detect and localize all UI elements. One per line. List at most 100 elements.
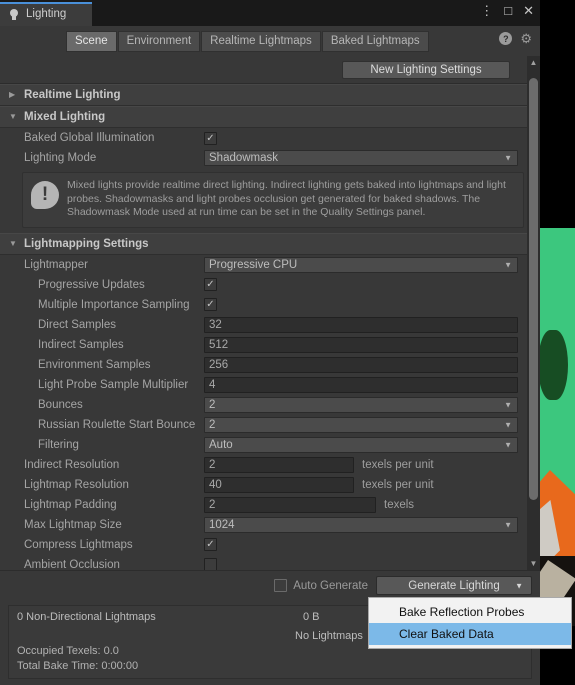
lightmapper-label: Lightmapper [24,258,88,271]
lightmap-padding-input[interactable]: 2 [204,496,376,513]
environment-samples-label: Environment Samples [38,358,151,371]
russian-roulette-start-bounce-value: 2 [209,418,216,431]
chevron-down-icon: ▼ [9,112,17,121]
direct-samples-label: Direct Samples [38,318,116,331]
compress-lightmaps-checkbox[interactable]: ✓ [204,538,217,551]
window-menu-icon[interactable]: ⋮ [480,4,493,17]
chevron-down-icon: ▼ [504,520,512,529]
scrollbar-thumb[interactable] [529,78,538,500]
total-bake-time-label: Total Bake Time: 0:00:00 [17,660,139,672]
light-probe-sample-multiplier-input[interactable]: 4 [204,376,518,393]
russian-roulette-start-bounce-label: Russian Roulette Start Bounce [38,418,196,431]
settings-scrollbar[interactable]: ▲ ▼ [527,56,540,570]
tab-environment[interactable]: Environment [117,30,201,52]
chevron-down-icon: ▼ [504,440,512,449]
row-progressive-updates: Progressive Updates ✓ [0,275,540,295]
window-tab-lighting[interactable]: Lighting [0,2,92,26]
row-ambient-occlusion: Ambient Occlusion [0,555,540,571]
tab-realtime-lightmaps[interactable]: Realtime Lightmaps [201,30,321,52]
lighting-mode-value: Shadowmask [209,152,279,164]
chevron-down-icon: ▼ [504,420,512,429]
ambient-occlusion-label: Ambient Occlusion [24,558,120,571]
lighting-mode-dropdown[interactable]: Shadowmask ▼ [204,150,518,166]
row-light-probe-sample-multiplier: Light Probe Sample Multiplier 4 [0,375,540,395]
indirect-samples-input[interactable]: 512 [204,336,518,353]
unity-editor-root: Lighting ⋮ □ ✕ Scene Environment Realtim… [0,0,575,685]
filtering-value: Auto [209,438,233,451]
generate-lighting-button[interactable]: Generate Lighting ▼ [376,576,532,595]
window-titlebar: Lighting ⋮ □ ✕ [0,0,540,26]
indirect-samples-label: Indirect Samples [38,338,124,351]
new-lighting-settings-button[interactable]: New Lighting Settings [342,60,510,79]
ambient-occlusion-checkbox[interactable] [204,558,217,570]
filtering-dropdown[interactable]: Auto ▼ [204,436,518,453]
auto-generate-checkbox[interactable] [274,579,288,592]
section-realtime-lighting-label: Realtime Lighting [24,89,121,101]
tab-baked-lightmaps[interactable]: Baked Lightmaps [321,30,429,52]
progressive-updates-label: Progressive Updates [38,278,145,291]
light-bulb-icon [8,8,20,22]
section-realtime-lighting[interactable]: ▶ Realtime Lighting [0,84,540,106]
scroll-down-arrow-icon[interactable]: ▼ [527,557,540,570]
indirect-resolution-suffix: texels per unit [362,458,434,471]
environment-samples-input[interactable]: 256 [204,356,518,373]
close-icon[interactable]: ✕ [523,4,534,17]
progressive-updates-checkbox[interactable]: ✓ [204,278,217,291]
lightmapping-rows: Lightmapper Progressive CPU ▼ Progressiv… [0,255,540,571]
baked-gi-label: Baked Global Illumination [24,132,155,144]
row-bounces: Bounces 2 ▼ [0,395,540,415]
lightmaps-size-label: 0 B [303,611,320,623]
section-lightmapping-settings[interactable]: ▼ Lightmapping Settings [0,232,540,255]
lighting-window: Lighting ⋮ □ ✕ Scene Environment Realtim… [0,0,540,685]
lighting-action-bar: Auto Generate Generate Lighting ▼ [0,570,540,600]
lightmap-resolution-label: Lightmap Resolution [24,478,129,491]
help-icon[interactable]: ? [499,32,513,45]
bounces-dropdown[interactable]: 2 ▼ [204,396,518,413]
row-lightmap-resolution: Lightmap Resolution 40 texels per unit [0,475,540,495]
auto-generate-group[interactable]: Auto Generate [274,579,368,592]
section-mixed-lighting-label: Mixed Lighting [24,111,106,123]
menu-item-bake-reflection-probes[interactable]: Bake Reflection Probes [369,601,571,623]
auto-generate-label: Auto Generate [293,579,368,592]
mixed-lighting-info-box: ! Mixed lights provide realtime direct l… [22,172,524,228]
lightmapper-dropdown[interactable]: Progressive CPU ▼ [204,256,518,273]
lighting-mode-label: Lighting Mode [24,152,97,164]
chevron-down-icon[interactable]: ▼ [515,581,523,590]
menu-item-clear-baked-data[interactable]: Clear Baked Data [369,623,571,645]
compress-lightmaps-label: Compress Lightmaps [24,538,133,551]
scroll-up-arrow-icon[interactable]: ▲ [527,56,540,69]
indirect-resolution-input[interactable]: 2 [204,456,354,473]
max-lightmap-size-value: 1024 [209,518,235,531]
scene-green-shadow [538,330,568,400]
chevron-down-icon: ▼ [504,260,512,269]
generate-lighting-label: Generate Lighting [408,579,500,592]
indirect-resolution-label: Indirect Resolution [24,458,120,471]
generate-lighting-context-menu: Bake Reflection Probes Clear Baked Data [368,597,572,649]
russian-roulette-start-bounce-dropdown[interactable]: 2 ▼ [204,416,518,433]
maximize-icon[interactable]: □ [504,4,512,17]
new-settings-bar: New Lighting Settings [0,56,540,84]
light-probe-sample-multiplier-label: Light Probe Sample Multiplier [38,378,189,391]
chevron-down-icon: ▼ [504,153,512,163]
gear-icon[interactable]: ⚙ [520,32,532,45]
section-lightmapping-settings-label: Lightmapping Settings [24,237,149,250]
baked-gi-checkbox[interactable]: ✓ [204,131,217,145]
window-tool-icons: ? ⚙ [499,32,532,45]
row-filtering: Filtering Auto ▼ [0,435,540,455]
row-direct-samples: Direct Samples 32 [0,315,540,335]
row-baked-gi: Baked Global Illumination ✓ [0,128,540,148]
section-mixed-lighting[interactable]: ▼ Mixed Lighting [0,106,540,128]
lightmaps-count-label: 0 Non-Directional Lightmaps [17,611,156,623]
window-controls: ⋮ □ ✕ [480,4,534,17]
row-russian-roulette-start-bounce: Russian Roulette Start Bounce 2 ▼ [0,415,540,435]
tab-scene[interactable]: Scene [66,30,117,52]
chevron-down-icon: ▼ [9,238,17,248]
max-lightmap-size-dropdown[interactable]: 1024 ▼ [204,516,518,533]
direct-samples-input[interactable]: 32 [204,316,518,333]
lightmap-resolution-input[interactable]: 40 [204,476,354,493]
row-multiple-importance-sampling: Multiple Importance Sampling ✓ [0,295,540,315]
row-indirect-resolution: Indirect Resolution 2 texels per unit [0,455,540,475]
row-indirect-samples: Indirect Samples 512 [0,335,540,355]
multiple-importance-sampling-checkbox[interactable]: ✓ [204,298,217,311]
bounces-value: 2 [209,398,216,411]
